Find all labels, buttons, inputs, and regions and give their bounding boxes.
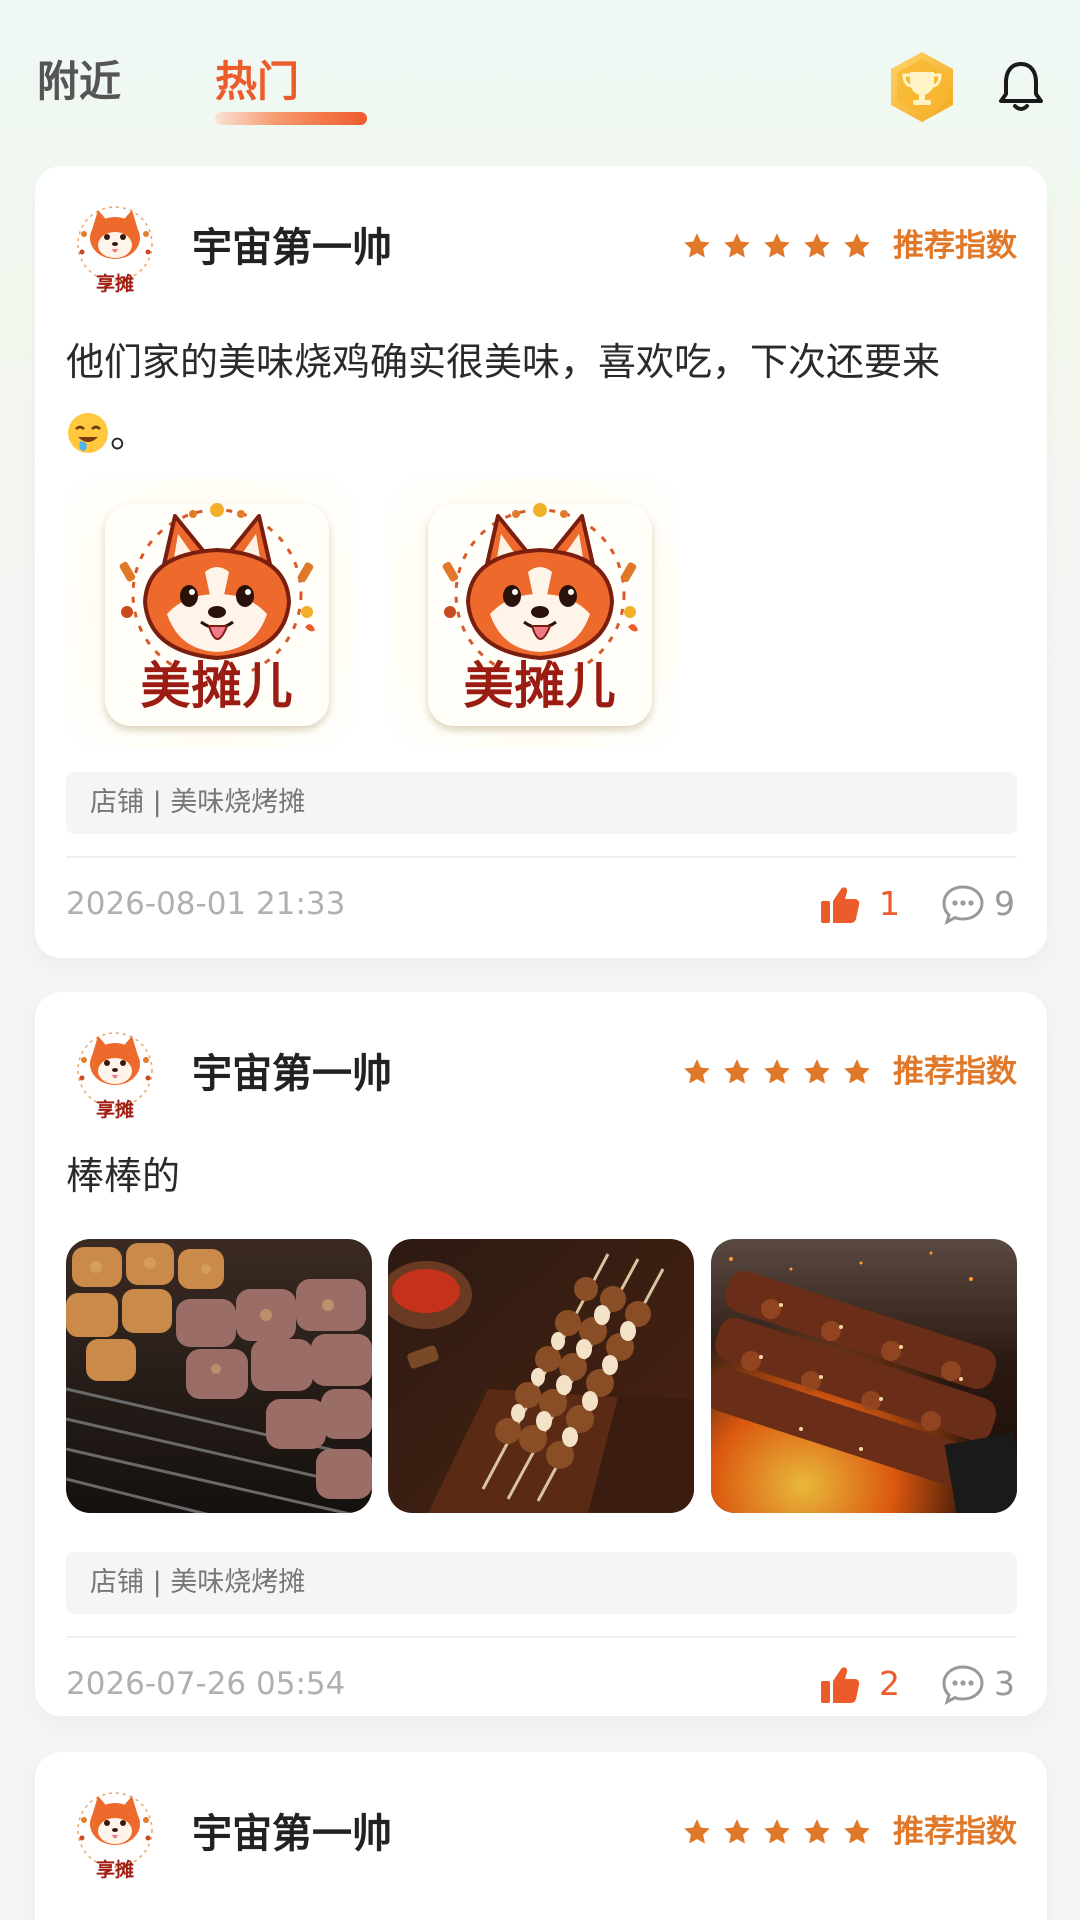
star-icon — [762, 231, 792, 261]
user-name[interactable]: 宇宙第一帅 — [192, 222, 392, 274]
star-icon — [682, 1817, 712, 1847]
active-tab-indicator — [215, 112, 367, 125]
fox-mascot-icon — [428, 502, 652, 672]
logo-text: 美摊儿 — [463, 657, 617, 715]
bell-icon[interactable] — [995, 60, 1047, 114]
avatar-label: 享摊 — [96, 272, 134, 295]
recommend-index-label: 推荐指数 — [893, 228, 1017, 264]
star-icon — [722, 1817, 752, 1847]
avatar[interactable]: 享摊 — [72, 1790, 158, 1882]
star-icon — [762, 1817, 792, 1847]
skewers-board-photo — [388, 1239, 694, 1513]
star-icon — [682, 231, 712, 261]
thumbs-up-icon[interactable] — [820, 886, 860, 924]
fox-mascot-icon — [105, 502, 329, 672]
rating-stars — [682, 224, 872, 268]
comment-count: 3 — [994, 1664, 1015, 1703]
tab-hot[interactable]: 热门 — [215, 52, 299, 112]
user-name[interactable]: 宇宙第一帅 — [192, 1808, 392, 1860]
star-icon — [802, 1817, 832, 1847]
star-icon — [722, 1057, 752, 1087]
post-text: 他们家的美味烧鸡确实很美味，喜欢吃，下次还要来 — [66, 340, 941, 384]
rating-stars — [682, 1810, 872, 1854]
post-card[interactable]: 享摊 宇宙第一帅 推荐指数 棒棒的 店铺 | 美味烧烤摊 2026-07-26 … — [35, 992, 1047, 1716]
post-text-end: 。 — [110, 412, 149, 456]
like-count: 1 — [879, 884, 900, 923]
grilled-skewers-photo — [66, 1239, 372, 1513]
avatar-label: 享摊 — [96, 1098, 134, 1121]
post-content: 他们家的美味烧鸡确实很美味，喜欢吃，下次还要来 。 — [66, 326, 1021, 470]
star-icon — [722, 231, 752, 261]
avatar[interactable]: 享摊 — [72, 1030, 158, 1122]
star-icon — [842, 231, 872, 261]
post-image[interactable]: 美摊儿 — [388, 478, 678, 748]
comment-bubble-icon[interactable] — [941, 884, 985, 926]
divider — [66, 1636, 1017, 1638]
post-card[interactable]: 享摊 宇宙第一帅 推荐指数 — [35, 1752, 1047, 1920]
user-name[interactable]: 宇宙第一帅 — [192, 1048, 392, 1100]
post-time: 2026-08-01 21:33 — [66, 886, 346, 922]
star-icon — [842, 1057, 872, 1087]
post-content: 棒棒的 — [66, 1140, 1021, 1212]
star-icon — [682, 1057, 712, 1087]
avatar-label: 享摊 — [96, 1858, 134, 1881]
post-card[interactable]: 享摊 宇宙第一帅 推荐指数 他们家的美味烧鸡确实很美味，喜欢吃，下次还要来 。 … — [35, 166, 1047, 958]
avatar[interactable]: 享摊 — [72, 204, 158, 296]
top-navigation: 附近 热门 — [0, 0, 1080, 165]
comment-count: 9 — [994, 884, 1015, 923]
trophy-badge-icon[interactable] — [887, 50, 957, 124]
star-icon — [762, 1057, 792, 1087]
post-image[interactable] — [66, 1239, 372, 1513]
skewers-fire-photo — [711, 1239, 1017, 1513]
post-time: 2026-07-26 05:54 — [66, 1666, 346, 1702]
post-image[interactable]: 美摊儿 — [65, 478, 355, 748]
recommend-index-label: 推荐指数 — [893, 1054, 1017, 1090]
post-image[interactable] — [388, 1239, 694, 1513]
like-count: 2 — [879, 1664, 900, 1703]
post-image[interactable] — [711, 1239, 1017, 1513]
rating-stars — [682, 1050, 872, 1094]
drooling-face-emoji-icon — [68, 413, 108, 453]
post-text: 棒棒的 — [66, 1154, 181, 1198]
thumbs-up-icon[interactable] — [820, 1666, 860, 1704]
comment-bubble-icon[interactable] — [941, 1664, 985, 1706]
shop-tag[interactable]: 店铺 | 美味烧烤摊 — [66, 1552, 1017, 1614]
recommend-index-label: 推荐指数 — [893, 1814, 1017, 1850]
star-icon — [802, 231, 832, 261]
tab-nearby[interactable]: 附近 — [37, 52, 121, 112]
divider — [66, 856, 1017, 858]
logo-text: 美摊儿 — [140, 657, 294, 715]
shop-tag[interactable]: 店铺 | 美味烧烤摊 — [66, 772, 1017, 834]
star-icon — [802, 1057, 832, 1087]
star-icon — [842, 1817, 872, 1847]
